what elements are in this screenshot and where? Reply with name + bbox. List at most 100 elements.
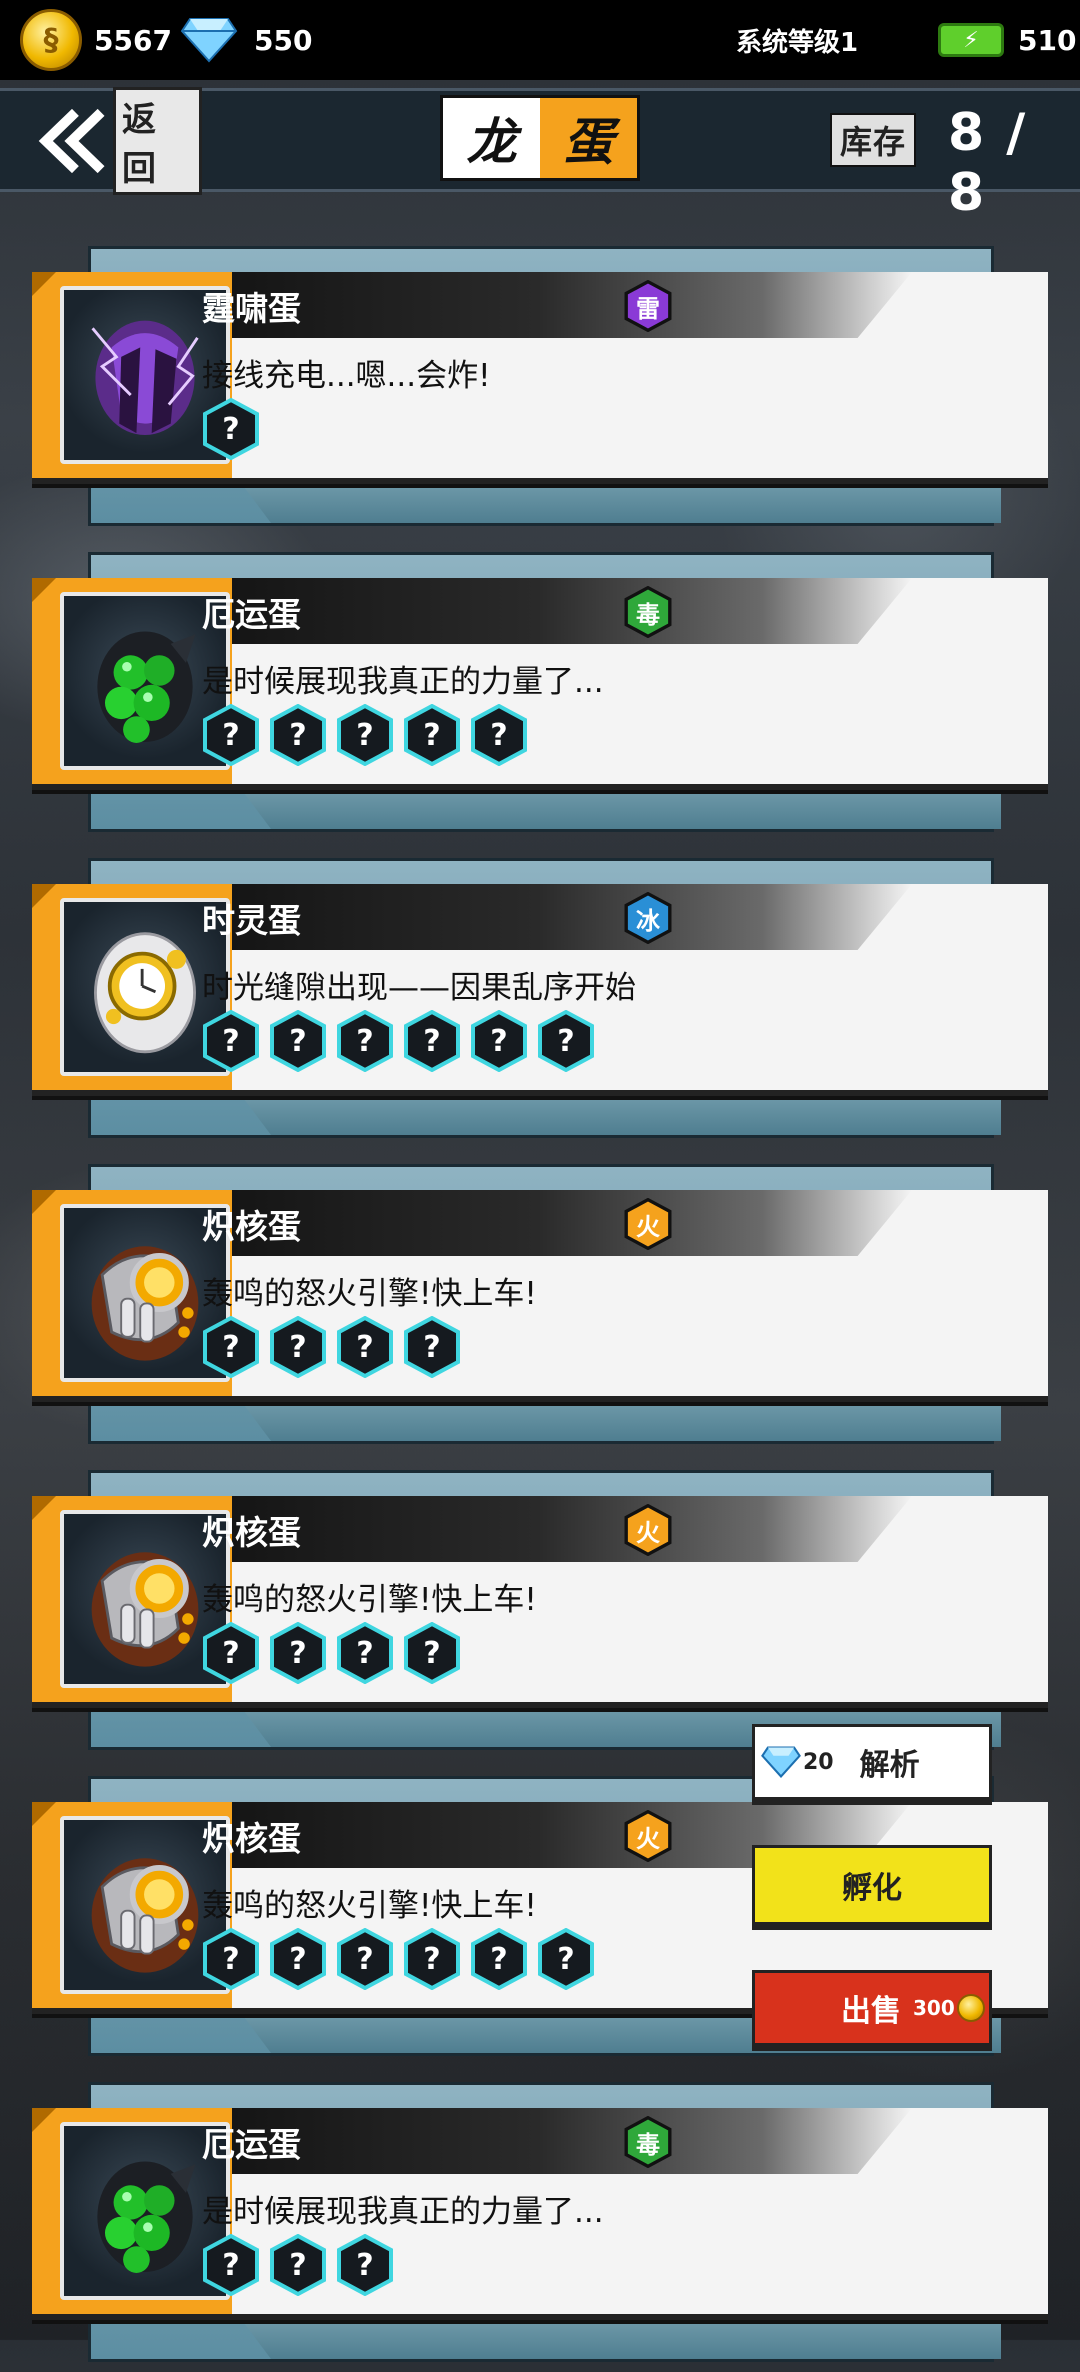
egg-card[interactable]: 炽核蛋 火轰鸣的怒火引擎!快上车!???? (0, 1470, 1080, 1760)
name-band (232, 884, 912, 950)
unknown-symbol: ? (423, 717, 441, 753)
unknown-symbol: ? (356, 717, 374, 753)
egg-description: 是时候展现我真正的力量了... (202, 2194, 604, 2230)
unknown-trait-icon[interactable]: ? (269, 704, 327, 766)
unknown-trait-icon[interactable]: ? (403, 1010, 461, 1072)
gem-amount: 550 (254, 23, 313, 57)
double-chevron-left-icon (38, 108, 105, 174)
name-band (232, 1190, 912, 1256)
unknown-trait-icon[interactable]: ? (537, 1928, 595, 1990)
sell-button[interactable]: 出售 300 (752, 1970, 992, 2046)
unknown-symbol: ? (356, 1023, 374, 1059)
unknown-symbol: ? (222, 1023, 240, 1059)
unknown-trait-icon[interactable]: ? (470, 1928, 528, 1990)
element-badge: 冰 (622, 892, 674, 944)
egg-name: 炽核蛋 (202, 1513, 301, 1552)
unknown-trait-icon[interactable]: ? (470, 1010, 528, 1072)
stock-label: 库存 (830, 113, 917, 167)
unknown-symbol: ? (222, 717, 240, 753)
unknown-symbol: ? (289, 2247, 307, 2283)
unknown-trait-icon[interactable]: ? (537, 1010, 595, 1072)
system-level: 系统等级1 (736, 27, 859, 58)
element-label: 毒 (636, 2130, 660, 2159)
unknown-symbol: ? (490, 1023, 508, 1059)
unknown-trait-icon[interactable]: ? (202, 1010, 260, 1072)
card-body: 霆啸蛋 雷接线充电...嗯...会炸!? (32, 272, 1048, 484)
unknown-trait-icon[interactable]: ? (269, 2234, 327, 2296)
unknown-symbol: ? (222, 2247, 240, 2283)
egg-description: 接线充电...嗯...会炸! (202, 358, 491, 394)
element-badge: 火 (622, 1810, 674, 1862)
unknown-trait-icon[interactable]: ? (336, 1928, 394, 1990)
back-button[interactable]: 返回 (32, 87, 202, 195)
unknown-traits-row: ???? (202, 1316, 461, 1378)
unknown-symbol: ? (289, 1023, 307, 1059)
stock-value: 8 / 8 (948, 103, 1028, 223)
hatch-button[interactable]: 孵化 (752, 1845, 992, 1925)
unknown-symbol: ? (423, 1941, 441, 1977)
coin-counter[interactable]: § 5567 (20, 9, 172, 71)
hatch-label: 孵化 (842, 1871, 902, 1906)
unknown-trait-icon[interactable]: ? (202, 1928, 260, 1990)
gem-counter[interactable]: 550 (180, 12, 312, 68)
unknown-symbol: ? (289, 717, 307, 753)
unknown-trait-icon[interactable]: ? (336, 2234, 394, 2296)
sell-price: 300 (913, 1996, 955, 2020)
egg-description: 轰鸣的怒火引擎!快上车! (202, 1582, 537, 1618)
analyze-label: 解析 (859, 1748, 920, 1783)
unknown-symbol: ? (289, 1941, 307, 1977)
unknown-symbol: ? (289, 1329, 307, 1365)
unknown-symbol: ? (289, 1635, 307, 1671)
unknown-trait-icon[interactable]: ? (336, 1316, 394, 1378)
unknown-trait-icon[interactable]: ? (269, 1010, 327, 1072)
unknown-trait-icon[interactable]: ? (336, 704, 394, 766)
energy-battery-icon: ⚡ (938, 23, 1004, 57)
unknown-trait-icon[interactable]: ? (336, 1622, 394, 1684)
unknown-trait-icon[interactable]: ? (470, 704, 528, 766)
unknown-trait-icon[interactable]: ? (202, 1316, 260, 1378)
unknown-trait-icon[interactable]: ? (403, 1622, 461, 1684)
egg-name: 厄运蛋 (202, 595, 301, 634)
egg-name: 炽核蛋 (202, 1207, 301, 1246)
unknown-trait-icon[interactable]: ? (403, 1316, 461, 1378)
unknown-trait-icon[interactable]: ? (336, 1010, 394, 1072)
unknown-symbol: ? (423, 1329, 441, 1365)
unknown-traits-row: ?????? (202, 1010, 595, 1072)
unknown-symbol: ? (356, 1635, 374, 1671)
egg-name: 时灵蛋 (202, 901, 301, 940)
unknown-trait-icon[interactable]: ? (202, 398, 260, 460)
unknown-symbol: ? (222, 1635, 240, 1671)
egg-card[interactable]: 霆啸蛋 雷接线充电...嗯...会炸!? (0, 246, 1080, 536)
egg-card[interactable]: 厄运蛋 毒是时候展现我真正的力量了...????? (0, 552, 1080, 842)
name-band (232, 578, 912, 644)
element-badge: 火 (622, 1504, 674, 1556)
egg-card[interactable]: 厄运蛋 毒是时候展现我真正的力量了...??? (0, 2082, 1080, 2372)
unknown-trait-icon[interactable]: ? (403, 1928, 461, 1990)
analyze-button[interactable]: 20 解析 (752, 1724, 992, 1800)
unknown-symbol: ? (557, 1023, 575, 1059)
unknown-symbol: ? (356, 1941, 374, 1977)
element-label: 火 (636, 1824, 660, 1853)
coin-icon: § (20, 9, 82, 71)
unknown-trait-icon[interactable]: ? (269, 1928, 327, 1990)
element-badge: 毒 (622, 2116, 674, 2168)
unknown-trait-icon[interactable]: ? (202, 1622, 260, 1684)
diamond-icon (761, 1746, 801, 1778)
card-body: 时灵蛋 冰时光缝隙出现——因果乱序开始?????? (32, 884, 1048, 1096)
element-badge: 雷 (622, 280, 674, 332)
unknown-trait-icon[interactable]: ? (403, 704, 461, 766)
unknown-symbol: ? (557, 1941, 575, 1977)
unknown-symbol: ? (356, 1329, 374, 1365)
egg-name: 厄运蛋 (202, 2125, 301, 2164)
unknown-symbol: ? (356, 2247, 374, 2283)
energy-counter[interactable]: ⚡ 510 (938, 12, 1076, 68)
unknown-trait-icon[interactable]: ? (202, 704, 260, 766)
unknown-trait-icon[interactable]: ? (269, 1316, 327, 1378)
energy-amount: 510 (1018, 23, 1077, 57)
name-band (232, 1496, 912, 1562)
element-badge: 火 (622, 1198, 674, 1250)
unknown-trait-icon[interactable]: ? (202, 2234, 260, 2296)
unknown-trait-icon[interactable]: ? (269, 1622, 327, 1684)
egg-card[interactable]: 炽核蛋 火轰鸣的怒火引擎!快上车!???? (0, 1164, 1080, 1454)
egg-card[interactable]: 时灵蛋 冰时光缝隙出现——因果乱序开始?????? (0, 858, 1080, 1148)
